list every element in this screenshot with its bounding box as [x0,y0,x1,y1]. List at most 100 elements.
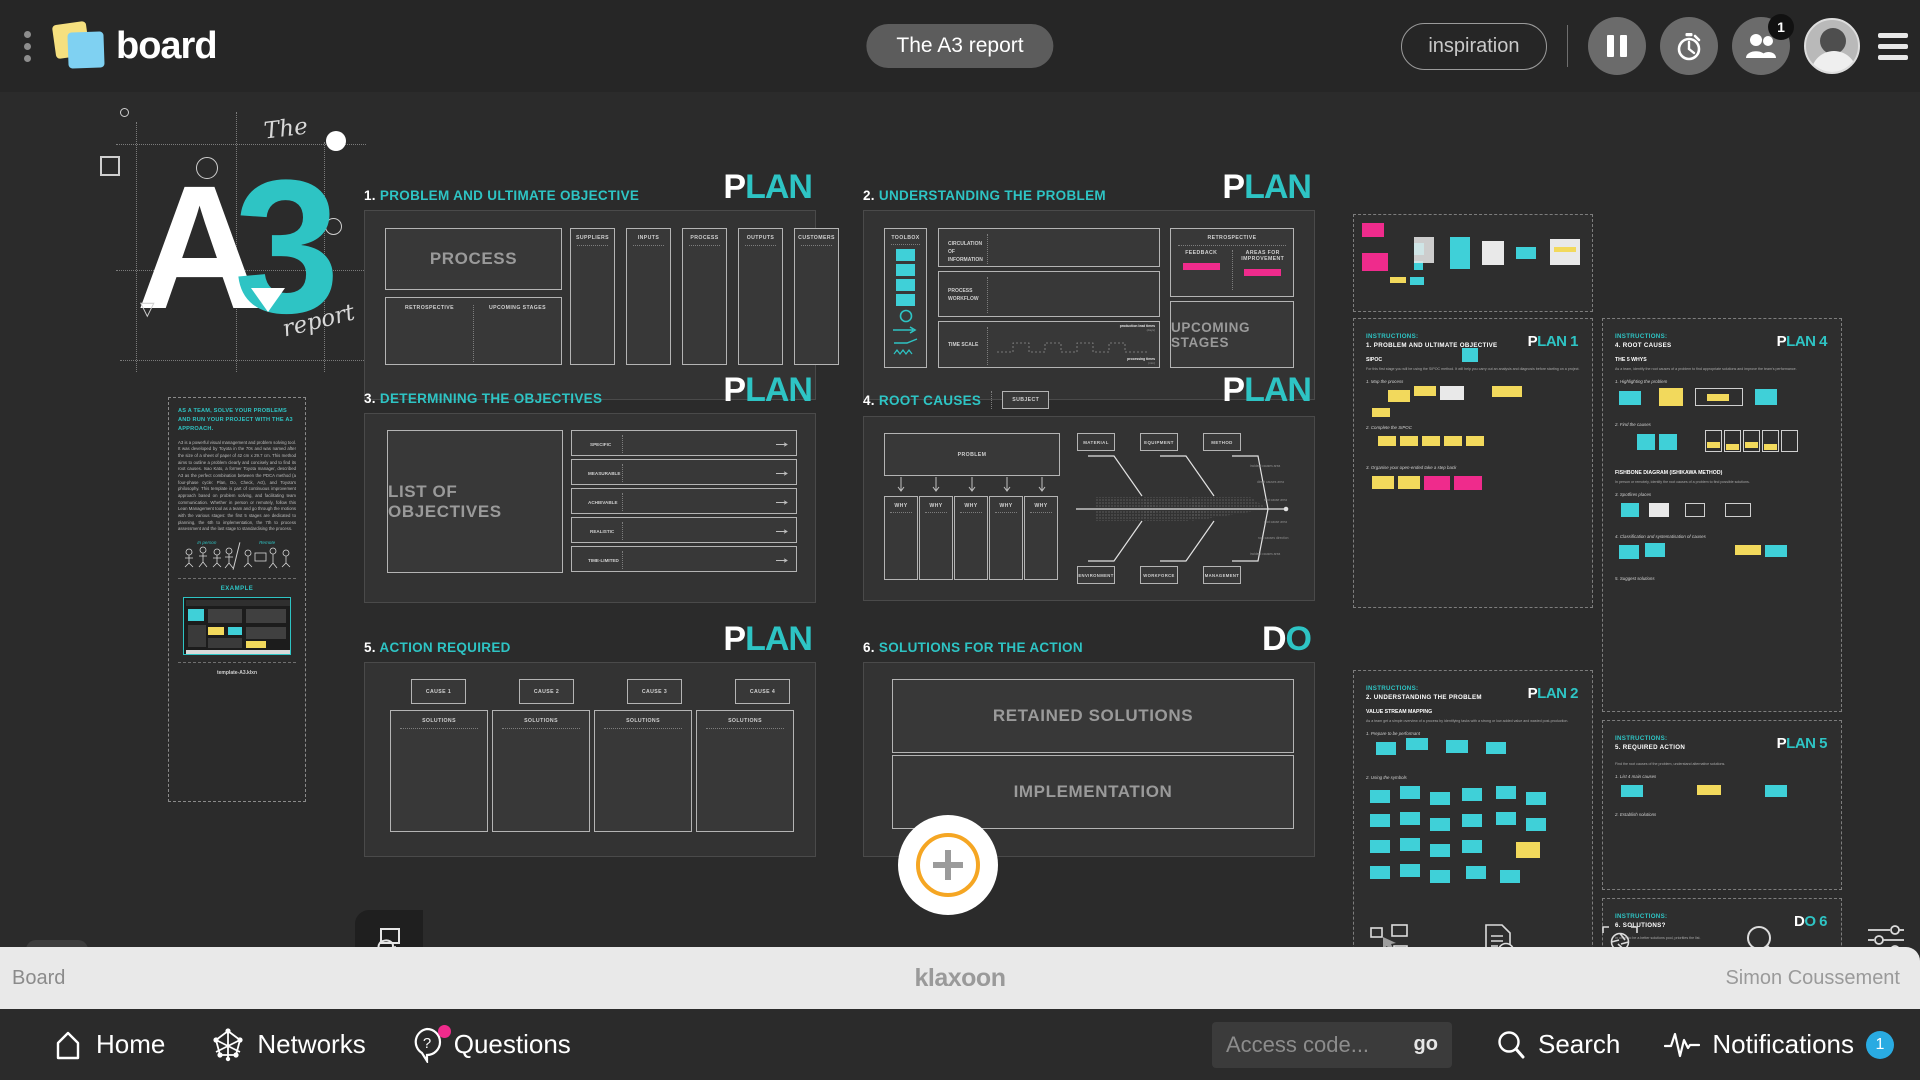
sheet-4-sub: THE 5 WHYS [1615,357,1647,363]
sipoc-col[interactable]: OUTPUTS [738,228,783,365]
add-content-button[interactable] [898,815,998,915]
panel-1-retrospective-box[interactable]: RETROSPECTIVE UPCOMING STAGES [385,297,562,365]
cause-chip[interactable]: CAUSE 4 [735,679,790,704]
nav-search-label: Search [1537,1029,1621,1059]
tool-options[interactable]: options [1867,924,1920,947]
panel-2-upcoming-stages[interactable]: UPCOMING STAGES [1170,301,1294,368]
toolbox-line-icon [893,338,917,344]
participants-button[interactable]: 1 [1732,14,1794,75]
sipoc-col[interactable]: INPUTS [626,228,671,365]
sticky-note-pink[interactable] [1244,269,1282,276]
magnifier-icon [1747,926,1772,947]
tool-move[interactable]: move [1370,924,1416,947]
sheet-1-step-3: 3. Organise your open-ended take a step … [1366,465,1457,471]
hero-square-icon [100,156,120,176]
solutions-col[interactable]: SOLUTIONS [594,710,692,832]
nav-home[interactable]: Home [52,1029,165,1061]
cause-chip[interactable]: CAUSE 3 [627,679,682,704]
cursor-tool-button[interactable] [26,940,88,947]
panel-4-title: 4. ROOT CAUSES [863,392,982,408]
tool-search[interactable]: search [1744,924,1801,947]
panel-4-problem-box[interactable]: PROBLEM [884,433,1060,476]
smart-row[interactable]: MEASURABLE [571,459,797,485]
sipoc-col[interactable]: PROCESS [682,228,727,365]
cause-chip[interactable]: CAUSE 2 [519,679,574,704]
panel-1-process-box[interactable]: PROCESS [385,228,562,290]
waveform-icon [1664,1032,1701,1057]
instruction-sheet-plan-5[interactable]: INSTRUCTIONS: 5. REQUIRED ACTION PLAN 5 … [1602,720,1842,890]
bone-chip[interactable]: MATERIAL [1077,433,1115,451]
solutions-col[interactable]: SOLUTIONS [390,710,488,832]
panel-1[interactable]: 1. PROBLEM AND ULTIMATE OBJECTIVE PLAN P… [364,170,839,400]
tool-import[interactable]: import [1482,924,1535,947]
instruction-sheet-plan-1[interactable]: INSTRUCTIONS: 1. PROBLEM AND ULTIMATE OB… [1353,318,1593,608]
instruction-sheet-plan-2[interactable]: INSTRUCTIONS: 2. UNDERSTANDING THE PROBL… [1353,670,1593,947]
sticky-note-pink[interactable] [1182,263,1220,270]
instruction-sheet-plan-4[interactable]: INSTRUCTIONS: 4. ROOT CAUSES PLAN 4 THE … [1602,318,1842,712]
sheet-4-sub2: FISHBONE DIAGRAM (ISHIKAWA METHOD) [1615,470,1723,477]
panel-2-row-timescale[interactable]: TIME SCALE production lead times (days) … [938,321,1160,368]
templates-panel[interactable] [355,910,423,947]
bone-chip[interactable]: WORKFORCE [1140,566,1178,584]
board-canvas[interactable]: The A 3 ▽ report AS A TEAM, SOLVE YOUR P… [0,92,1920,947]
why-col[interactable]: WHY [954,496,988,580]
cause-chip[interactable]: CAUSE 1 [411,679,466,704]
panel-2-retrospective[interactable]: RETROSPECTIVE FEEDBACK AREAS FOR IMPROVE… [1170,228,1294,297]
panel-4[interactable]: 4. ROOT CAUSES SUBJECT PLAN PROBLEM WHY … [863,373,1315,601]
flow-sheet-top[interactable] [1353,214,1593,312]
sheet-1-plan-badge: PLAN 1 [1527,333,1579,350]
example-thumbnail[interactable] [183,597,291,655]
access-code-field[interactable]: Access code... go [1211,1021,1452,1068]
why-col[interactable]: WHY [919,496,953,580]
inspiration-button[interactable]: inspiration [1401,22,1547,70]
sheet-5-step-2: 2. Establish solutions [1615,812,1657,818]
sheet-4-step-2: 2. Find the causes [1615,422,1651,428]
user-avatar[interactable] [1804,18,1860,74]
notifications-count-badge: 1 [1866,1030,1894,1059]
bone-chip[interactable]: EQUIPMENT [1140,433,1178,451]
panel-6-retained-solutions[interactable]: RETAINED SOLUTIONS [892,679,1294,753]
svg-text:incident causes area: incident causes area [1250,552,1280,556]
panel-2-row-circulation[interactable]: CIRCULATION OF INFORMATION [938,228,1160,267]
access-code-go-button[interactable]: go [1414,1033,1438,1056]
panel-5[interactable]: 5. ACTION REQUIRED PLAN CAUSE 1 CAUSE 2 … [364,622,816,857]
divider [1566,25,1568,67]
panel-4-subject-chip[interactable]: SUBJECT [1002,391,1050,409]
board-title[interactable]: The A3 report [866,24,1054,68]
pause-button[interactable] [1588,17,1646,75]
bone-chip[interactable]: METHOD [1203,433,1241,451]
why-col[interactable]: WHY [884,496,918,580]
bone-chip[interactable]: ENVIRONMENT [1077,566,1115,584]
solutions-col[interactable]: SOLUTIONS [492,710,590,832]
solutions-col[interactable]: SOLUTIONS [696,710,794,832]
panel-3[interactable]: 3. DETERMINING THE OBJECTIVES PLAN LIST … [364,373,816,603]
panel-3-objectives-box[interactable]: LIST OF OBJECTIVES [387,430,563,573]
a3-info-card[interactable]: AS A TEAM, SOLVE YOUR PROBLEMS AND RUN Y… [168,397,306,802]
nav-networks[interactable]: Networks [211,1027,366,1062]
why-col[interactable]: WHY [1024,496,1058,580]
smart-row[interactable]: ACHIEVABLE [571,488,797,514]
nav-search[interactable]: Search [1496,1029,1620,1060]
nav-notifications[interactable]: Notifications 1 [1664,1029,1894,1060]
sipoc-col[interactable]: CUSTOMERS [794,228,839,365]
panel-5-solutions: SOLUTIONS SOLUTIONS SOLUTIONS SOLUTIONS [390,710,794,832]
status-bar: Board klaxoon Simon Coussement [0,947,1920,1009]
sipoc-col[interactable]: SUPPLIERS [570,228,615,365]
why-col[interactable]: WHY [989,496,1023,580]
svg-text:?: ? [423,1035,431,1052]
panel-2[interactable]: 2. UNDERSTANDING THE PROBLEM PLAN TOOLBO… [863,170,1315,400]
hamburger-menu-icon[interactable] [1878,32,1908,60]
panel-2-row-workflow[interactable]: PROCESS WORKFLOW [938,271,1160,317]
klaxoon-logo-icon[interactable] [48,20,110,71]
smart-row[interactable]: TIME-LIMITED [571,546,797,572]
sheet-5-plan-badge: PLAN 5 [1776,735,1828,752]
smart-row[interactable]: SPECIFIC [571,430,797,456]
panel-1-number: 1. [364,188,376,203]
menu-dots-icon[interactable] [10,30,44,62]
timer-button[interactable] [1660,17,1718,75]
nav-questions[interactable]: ? Questions [412,1024,571,1063]
tool-snapshot[interactable]: snapshot [1601,924,1678,947]
smart-row[interactable]: REALISTIC [571,517,797,543]
bone-chip[interactable]: MANAGEMENT [1203,566,1241,584]
panel-2-toolbox[interactable]: TOOLBOX [884,228,927,368]
